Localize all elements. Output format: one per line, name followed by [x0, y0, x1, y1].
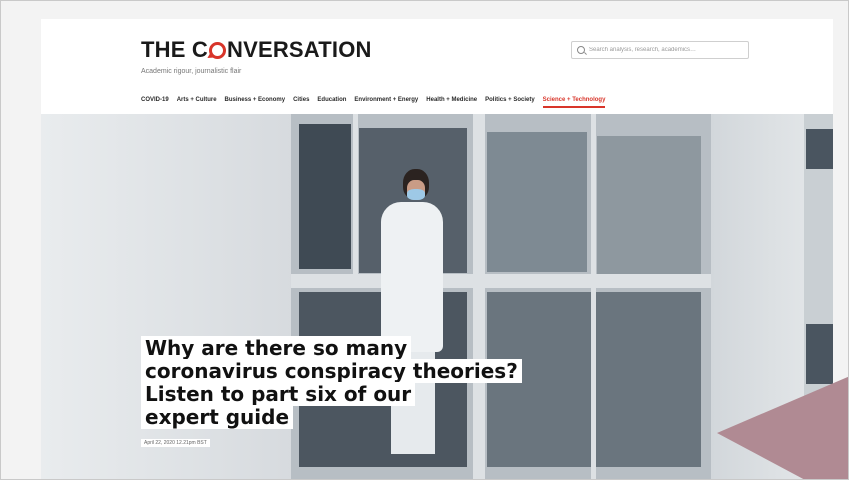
- nurse-figure: [381, 202, 443, 352]
- article-dateline: April 22, 2020 12.21pm BST: [141, 439, 210, 447]
- article-headline[interactable]: Why are there so many coronavirus conspi…: [141, 336, 541, 429]
- site-tagline: Academic rigour, journalistic flair: [141, 68, 242, 75]
- article-page: THE C NVERSATION Academic rigour, journal…: [41, 19, 833, 479]
- headline-line: Why are there so many: [141, 336, 412, 360]
- screenshot-frame: THE C NVERSATION Academic rigour, journal…: [0, 0, 849, 480]
- window-pane: [597, 136, 701, 276]
- headline-line: expert guide: [141, 405, 294, 429]
- nav-item-health-medicine[interactable]: Health + Medicine: [426, 97, 477, 108]
- site-logo[interactable]: THE C NVERSATION: [141, 37, 372, 63]
- section-nav: COVID-19 Arts + Culture Business + Econo…: [141, 97, 606, 108]
- window-mullion: [591, 114, 596, 479]
- nav-item-politics-society[interactable]: Politics + Society: [485, 97, 535, 108]
- speech-bubble-icon: [209, 42, 226, 59]
- search-box[interactable]: [571, 41, 749, 59]
- headline-line: Listen to part six of our: [141, 382, 416, 406]
- search-icon: [577, 46, 585, 54]
- nav-item-environment-energy[interactable]: Environment + Energy: [354, 97, 418, 108]
- nav-item-science-technology[interactable]: Science + Technology: [542, 97, 606, 108]
- window-pane: [806, 129, 833, 169]
- headline-line: coronavirus conspiracy theories?: [141, 359, 522, 383]
- nav-item-education[interactable]: Education: [317, 97, 346, 108]
- logo-text-prefix: THE C: [141, 37, 208, 62]
- nav-item-cities[interactable]: Cities: [293, 97, 309, 108]
- window-pane: [487, 132, 587, 272]
- window-pane: [299, 124, 351, 269]
- search-input[interactable]: [589, 47, 739, 53]
- nav-item-arts-culture[interactable]: Arts + Culture: [177, 97, 217, 108]
- logo-text-suffix: NVERSATION: [227, 37, 372, 62]
- window-mullion: [353, 114, 358, 284]
- window-pane: [806, 324, 833, 384]
- nav-item-covid-19[interactable]: COVID-19: [141, 97, 169, 108]
- nav-item-business-economy[interactable]: Business + Economy: [225, 97, 286, 108]
- face-mask: [407, 189, 425, 200]
